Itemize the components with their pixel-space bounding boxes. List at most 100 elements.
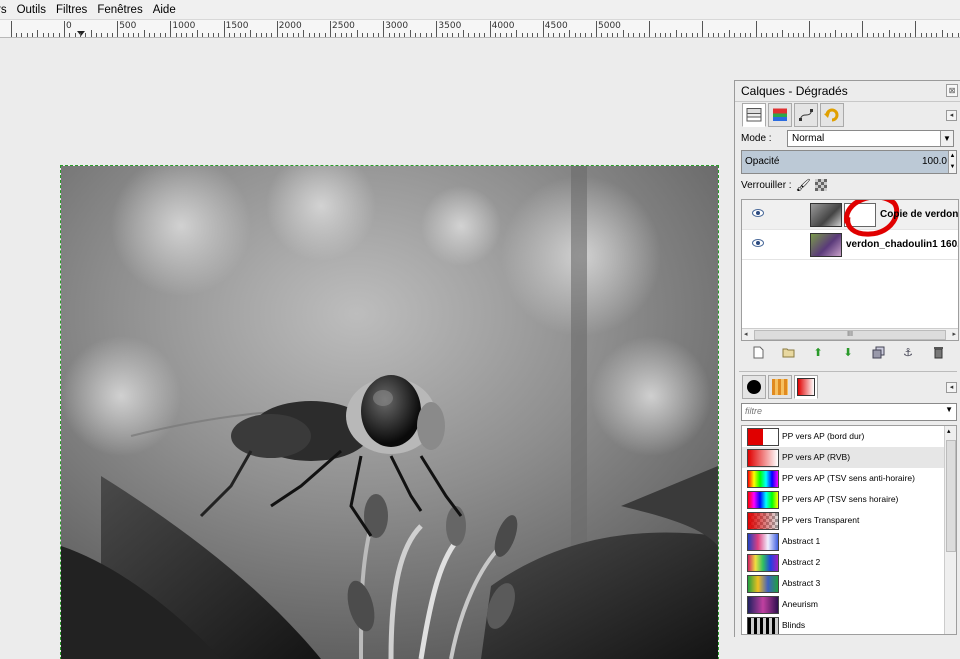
layer-name[interactable]: Copie de verdon_c — [880, 209, 958, 220]
ruler-tick — [697, 33, 699, 37]
ruler-tick — [372, 33, 374, 37]
tab-layers[interactable] — [742, 103, 766, 127]
duplicate-layer-icon[interactable] — [871, 345, 885, 359]
ruler-tick — [840, 33, 842, 37]
gradient-name: PP vers Transparent — [782, 515, 860, 525]
ruler-tick — [175, 33, 177, 37]
tab-menu-icon[interactable]: ◂ — [946, 109, 957, 121]
tab-brushes[interactable] — [742, 375, 766, 399]
ruler-tick — [808, 21, 810, 37]
gradient-item[interactable]: Blinds — [742, 615, 956, 634]
ruler-label: 0 — [66, 21, 72, 31]
opacity-value: 100.0 — [921, 156, 947, 167]
scrollbar-thumb[interactable]: III — [754, 330, 946, 340]
tab-paths[interactable] — [794, 103, 818, 127]
ruler-label: 2000 — [278, 21, 302, 31]
scrollbar-thumb[interactable] — [946, 440, 956, 552]
ruler-label: 1000 — [172, 21, 196, 31]
ruler-tick — [702, 21, 704, 37]
ruler-tick — [202, 33, 204, 37]
ruler-tick — [58, 33, 60, 37]
scroll-right-icon[interactable]: ▸ — [952, 330, 956, 338]
close-dock-icon[interactable]: ⊠ — [946, 84, 958, 97]
layer-row[interactable]: Copie de verdon_c — [742, 200, 958, 237]
ruler-tick — [276, 21, 278, 37]
opacity-spin-icon[interactable]: ▲ ▼ — [948, 151, 956, 173]
gradient-item[interactable]: Abstract 3 — [742, 573, 956, 594]
eye-icon[interactable] — [752, 239, 764, 247]
canvas-area[interactable] — [0, 38, 734, 659]
menu-item-aide[interactable]: Aide — [148, 4, 181, 16]
menu-item-calques[interactable]: rs — [0, 4, 12, 16]
gradient-item[interactable]: Aneurism — [742, 594, 956, 615]
scroll-left-icon[interactable]: ◂ — [744, 330, 748, 338]
mode-select[interactable]: Normal ▼ — [787, 129, 954, 147]
ruler-label: 4000 — [491, 21, 515, 31]
brush-dot-icon — [747, 380, 761, 394]
image-canvas[interactable] — [60, 165, 719, 659]
ruler-tick — [723, 33, 725, 37]
ruler-tick — [330, 21, 331, 37]
gradient-item[interactable]: Abstract 2 — [742, 552, 956, 573]
layer-name[interactable]: verdon_chadoulin1 160.JP — [846, 239, 958, 250]
ruler-tick — [149, 33, 151, 37]
gradient-item[interactable]: PP vers AP (RVB) — [742, 447, 956, 468]
tab-channels[interactable] — [768, 103, 792, 127]
layers-horizontal-scrollbar[interactable]: ◂ III ▸ — [742, 328, 958, 340]
gradient-item[interactable]: PP vers Transparent — [742, 510, 956, 531]
menu-item-outils[interactable]: Outils — [12, 4, 51, 16]
ruler-tick — [32, 33, 34, 37]
ruler-tick — [340, 33, 342, 37]
opacity-slider[interactable]: Opacité 100.0 ▲ ▼ — [741, 150, 957, 174]
eye-icon[interactable] — [752, 209, 764, 217]
ruler-tick — [936, 33, 938, 37]
horizontal-ruler[interactable]: 0 500 1000 1500 2000 2500 3000 3500 4000 4500 5000 — [0, 20, 960, 38]
ruler-tick — [925, 33, 927, 37]
gradient-item[interactable]: Abstract 1 — [742, 531, 956, 552]
gradient-item[interactable]: PP vers AP (bord dur) — [742, 426, 956, 447]
gradient-swatch — [747, 575, 779, 593]
ruler-tick — [255, 33, 257, 37]
lower-layer-icon[interactable]: ⬇ — [841, 345, 855, 359]
anchor-layer-icon[interactable]: ⚓ — [901, 345, 915, 359]
gradient-item[interactable]: PP vers AP (TSV sens anti-horaire) — [742, 468, 956, 489]
tab-undo-history[interactable] — [820, 103, 844, 127]
layer-row[interactable]: verdon_chadoulin1 160.JP — [742, 230, 958, 260]
menu-item-fenetres[interactable]: Fenêtres — [92, 4, 147, 16]
ruler-tick — [64, 21, 65, 37]
ruler-tick — [856, 33, 858, 37]
tab-menu-icon[interactable]: ◂ — [946, 381, 957, 393]
gradient-name: PP vers AP (bord dur) — [782, 431, 865, 441]
ruler-tick — [601, 33, 603, 37]
ruler-tick — [197, 30, 198, 37]
delete-layer-icon[interactable] — [931, 345, 945, 359]
new-layer-group-icon[interactable] — [781, 345, 795, 359]
channels-icon — [773, 108, 787, 121]
ruler-tick — [117, 21, 119, 37]
ruler-tick — [893, 33, 895, 37]
gradient-swatch — [747, 470, 779, 488]
tab-gradients[interactable] — [794, 375, 818, 399]
tab-patterns[interactable] — [768, 375, 792, 399]
ruler-tick — [287, 33, 289, 37]
gradient-swatch — [747, 428, 779, 446]
lock-alpha-icon[interactable] — [814, 179, 827, 191]
gradients-vertical-scrollbar[interactable]: ▴ — [944, 426, 956, 634]
mode-label: Mode : — [741, 132, 772, 144]
gradient-name: Blinds — [782, 620, 806, 630]
filter-input[interactable]: filtre ▼ — [741, 403, 957, 421]
menu-item-filtres[interactable]: Filtres — [51, 4, 92, 16]
ruler-tick — [649, 21, 651, 37]
ruler-tick — [596, 21, 597, 37]
scroll-up-icon[interactable]: ▴ — [947, 427, 951, 435]
gradient-item[interactable]: PP vers AP (TSV sens horaire) — [742, 489, 956, 510]
ruler-tick — [877, 33, 879, 37]
chevron-down-icon[interactable]: ▼ — [945, 405, 953, 414]
lock-pixels-icon[interactable]: 🖌 — [796, 178, 811, 192]
gradient-name: Abstract 2 — [782, 557, 821, 567]
new-layer-icon[interactable] — [751, 345, 765, 359]
ruler-tick — [260, 33, 262, 37]
ruler-tick — [425, 33, 427, 37]
raise-layer-icon[interactable]: ⬆ — [811, 345, 825, 359]
ruler-tick — [53, 33, 55, 37]
